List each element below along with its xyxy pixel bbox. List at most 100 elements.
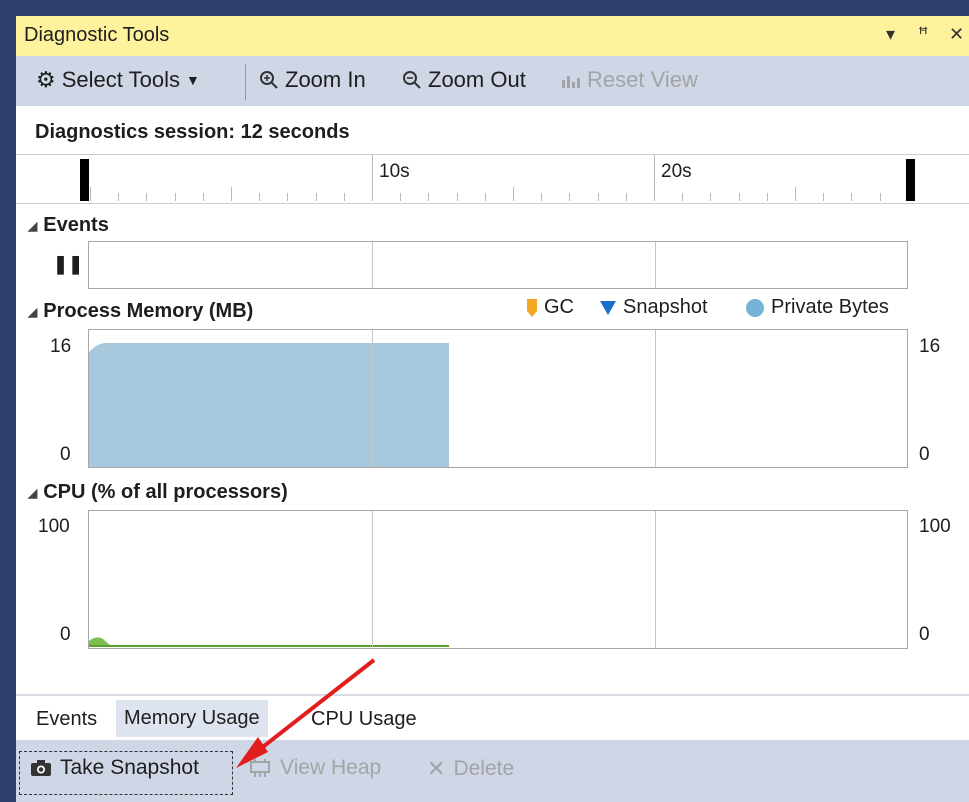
memory-graph[interactable] — [88, 329, 908, 468]
grid-line — [372, 242, 373, 288]
ruler-minor-tick — [823, 193, 824, 201]
grid-line — [655, 330, 656, 467]
cpu-section-header[interactable]: ◢ CPU (% of all processors) — [28, 481, 288, 504]
cpu-section-title: CPU (% of all processors) — [43, 481, 288, 503]
ruler-minor-tick — [569, 193, 570, 201]
ruler-minor-tick — [259, 193, 260, 201]
ruler-minor-tick — [146, 193, 147, 201]
legend-private-bytes: Private Bytes — [745, 296, 889, 319]
zoom-out-icon — [403, 71, 421, 89]
memory-graph-canvas — [89, 343, 449, 467]
ruler-minor-tick — [118, 193, 119, 201]
ruler-minor-tick — [710, 193, 711, 201]
ruler-minor-tick — [541, 193, 542, 201]
events-section-title: Events — [43, 214, 109, 236]
ruler-minor-tick — [767, 193, 768, 201]
zoom-out-button[interactable]: Zoom Out — [402, 67, 526, 93]
heap-icon — [250, 759, 270, 777]
tab-cpu-usage[interactable]: CPU Usage — [305, 706, 423, 733]
delete-label: Delete — [453, 757, 515, 780]
cpu-y-min-right: 0 — [919, 624, 930, 645]
delete-icon: ✕ — [427, 756, 446, 781]
selection-start-handle[interactable] — [80, 159, 89, 201]
grid-line — [372, 330, 373, 467]
timeline-ruler[interactable]: 10s 20s — [16, 154, 969, 204]
events-section-header[interactable]: ◢ Events — [28, 214, 109, 237]
ruler-label-10s: 10s — [379, 161, 410, 182]
gear-icon: ⚙ — [36, 67, 56, 92]
ruler-minor-tick — [795, 187, 796, 201]
take-snapshot-label: Take Snapshot — [60, 756, 199, 779]
private-bytes-dot-icon — [746, 298, 764, 317]
cpu-y-min-left: 0 — [60, 624, 71, 645]
ruler-minor-tick — [344, 193, 345, 201]
ruler-minor-tick — [626, 193, 627, 201]
delete-button[interactable]: ✕ Delete — [427, 756, 514, 782]
collapse-icon: ◢ — [28, 485, 38, 500]
select-tools-label: Select Tools — [61, 67, 180, 92]
ruler-minor-tick — [428, 193, 429, 201]
private-bytes-area — [89, 343, 449, 467]
memory-usage-toolbar: Take Snapshot View Heap ✕ Delete — [16, 740, 969, 802]
gc-marker-icon — [527, 298, 537, 317]
grid-line — [655, 242, 656, 288]
events-track[interactable] — [88, 241, 908, 289]
session-duration: Diagnostics session: 12 seconds — [35, 121, 350, 143]
reset-view-label: Reset View — [587, 67, 698, 92]
ruler-minor-tick — [203, 193, 204, 201]
ruler-minor-tick — [654, 187, 655, 201]
ruler-minor-tick — [231, 187, 232, 201]
memory-y-min-right: 0 — [919, 444, 930, 465]
collapse-icon: ◢ — [28, 218, 38, 233]
legend-snapshot: Snapshot — [599, 296, 708, 319]
zoom-in-label: Zoom In — [285, 67, 366, 92]
select-tools-button[interactable]: ⚙ Select Tools ▼ — [36, 67, 200, 93]
zoom-out-label: Zoom Out — [428, 67, 526, 92]
ruler-minor-tick — [682, 193, 683, 201]
ruler-minor-tick — [372, 187, 373, 201]
tab-memory-usage[interactable]: Memory Usage — [116, 700, 268, 737]
toolbar: ⚙ Select Tools ▼ Zoom In Zoom Out Reset … — [16, 56, 969, 106]
selection-end-handle[interactable] — [906, 159, 915, 201]
diagnostic-tools-panel: Diagnostic Tools ▾ ꟸ ✕ ⚙ Select Tools ▼ … — [16, 16, 969, 802]
chevron-down-icon: ▼ — [185, 72, 200, 88]
ruler-minor-tick — [316, 193, 317, 201]
memory-y-max-right: 16 — [919, 336, 941, 357]
ruler-minor-tick — [400, 193, 401, 201]
pin-icon[interactable]: ꟸ — [918, 24, 928, 45]
dropdown-arrow-icon[interactable]: ▾ — [886, 24, 895, 45]
cpu-y-max-right: 100 — [919, 516, 951, 537]
memory-y-min-left: 0 — [60, 444, 71, 465]
tool-tabs: Events Memory Usage CPU Usage — [16, 694, 969, 742]
close-icon[interactable]: ✕ — [949, 24, 964, 45]
reset-view-icon — [562, 76, 580, 88]
camera-icon — [31, 760, 51, 776]
reset-view-button[interactable]: Reset View — [559, 67, 698, 93]
collapse-icon: ◢ — [28, 304, 38, 319]
memory-y-max-left: 16 — [50, 336, 72, 357]
tab-events[interactable]: Events — [30, 706, 103, 733]
memory-section-header[interactable]: ◢ Process Memory (MB) — [28, 300, 253, 323]
cpu-y-max-left: 100 — [38, 516, 70, 537]
legend-private-bytes-label: Private Bytes — [771, 296, 889, 318]
take-snapshot-button[interactable]: Take Snapshot — [30, 756, 199, 780]
ruler-minor-tick — [513, 187, 514, 201]
legend-gc-label: GC — [544, 296, 574, 318]
ruler-minor-tick — [598, 193, 599, 201]
legend-snapshot-label: Snapshot — [623, 296, 708, 318]
cpu-graph[interactable] — [88, 510, 908, 649]
ruler-minor-tick — [175, 193, 176, 201]
toolbar-separator — [245, 64, 246, 100]
legend-gc: GC — [526, 296, 574, 319]
memory-section-title: Process Memory (MB) — [43, 300, 254, 322]
pause-icon[interactable]: ❚❚ — [53, 254, 83, 275]
view-heap-button[interactable]: View Heap — [248, 756, 381, 780]
title-bar: Diagnostic Tools ▾ ꟸ ✕ — [16, 16, 969, 56]
ruler-minor-tick — [485, 193, 486, 201]
ruler-minor-tick — [880, 193, 881, 201]
grid-line — [655, 511, 656, 648]
zoom-in-button[interactable]: Zoom In — [259, 67, 366, 93]
snapshot-marker-icon — [600, 300, 616, 315]
ruler-minor-tick — [287, 193, 288, 201]
view-heap-label: View Heap — [280, 756, 382, 779]
